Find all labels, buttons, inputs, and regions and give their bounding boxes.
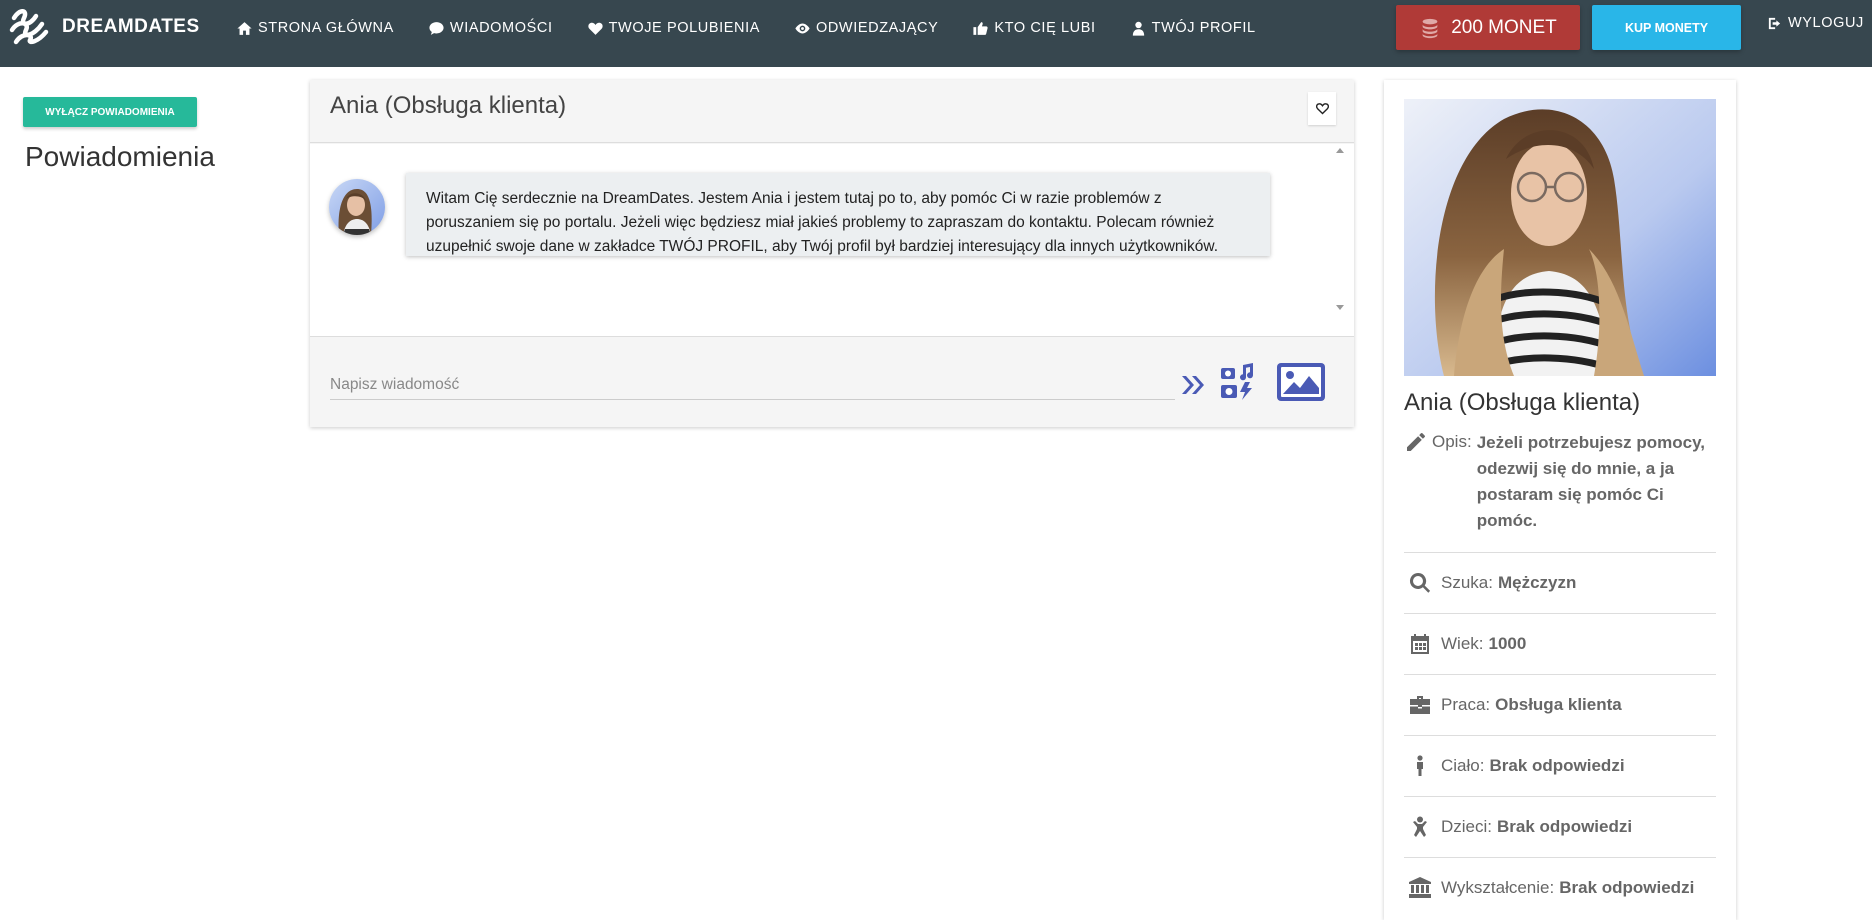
attribute-children: Dzieci: Brak odpowiedzi: [1404, 796, 1716, 857]
profile-photo-image: [1404, 99, 1716, 376]
sender-avatar: [329, 179, 385, 235]
nav-item-your-profile[interactable]: TWÓJ PROFIL: [1130, 20, 1256, 37]
top-navbar: DREAMDATES STRONA GŁÓWNA WIADOMOŚCI TWOJ…: [0, 0, 1872, 67]
attribute-age: Wiek: 1000: [1404, 613, 1716, 674]
nav-item-label: KTO CIĘ LUBI: [994, 20, 1096, 36]
send-icon[interactable]: [1179, 370, 1209, 400]
scroll-up-arrow-icon[interactable]: [1336, 148, 1344, 153]
attribute-value: Brak odpowiedzi: [1559, 878, 1695, 897]
university-icon: [1409, 877, 1431, 898]
attribute-value: Brak odpowiedzi: [1497, 817, 1633, 836]
child-icon: [1413, 816, 1427, 837]
nav-item-label: WIADOMOŚCI: [449, 20, 553, 36]
coins-balance-button[interactable]: 200 MONET: [1396, 5, 1580, 50]
profile-photo[interactable]: [1404, 99, 1716, 376]
nav-item-label: STRONA GŁÓWNA: [258, 20, 394, 36]
nav-item-messages[interactable]: WIADOMOŚCI: [428, 20, 553, 37]
chat-title: Ania (Obsługa klienta): [330, 92, 567, 119]
chat-panel: Ania (Obsługa klienta) Witam Cię serdecz…: [310, 80, 1354, 427]
attribute-label: Ciało:: [1441, 756, 1485, 775]
brand-name: DREAMDATES: [62, 16, 200, 37]
chat-scrollbar[interactable]: [1336, 144, 1354, 337]
calendar-icon: [1411, 634, 1429, 654]
attribute-label: Wiek:: [1441, 634, 1484, 653]
description-value: Jeżeli potrzebujesz pomocy, odezwij się …: [1476, 433, 1705, 530]
profile-description: Opis: Jeżeli potrzebujesz pomocy, odezwi…: [1404, 430, 1716, 534]
nav-item-label: ODWIEDZAJĄCY: [815, 20, 939, 36]
thumbs-up-icon: [973, 21, 989, 35]
attribute-label: Praca:: [1441, 695, 1491, 714]
nav-item-label: TWOJE POLUBIENIA: [608, 20, 760, 36]
photo-music-icon[interactable]: [1219, 363, 1257, 401]
coins-icon: [1422, 18, 1438, 38]
message-list[interactable]: Witam Cię serdecznie na DreamDates. Jest…: [310, 144, 1354, 337]
attribute-education: Wykształcenie: Brak odpowiedzi: [1404, 857, 1716, 918]
brand[interactable]: DREAMDATES: [6, 5, 200, 49]
description-label: Opis:: [1432, 432, 1472, 451]
logout-label: WYLOGUJ: [1788, 15, 1864, 31]
pencil-icon: [1407, 433, 1425, 451]
attribute-body: Ciało: Brak odpowiedzi: [1404, 735, 1716, 796]
eye-icon: [795, 23, 810, 33]
user-icon: [1132, 21, 1144, 36]
nav-item-who-likes-you[interactable]: KTO CIĘ LUBI: [972, 20, 1095, 37]
disable-notifications-button[interactable]: WYŁĄCZ POWIADOMIENIA: [23, 97, 197, 127]
message-bubble: Witam Cię serdecznie na DreamDates. Jest…: [406, 173, 1270, 256]
sign-out-icon: [1768, 17, 1781, 29]
favorite-button[interactable]: [1308, 92, 1336, 125]
home-icon: [237, 21, 252, 35]
attribute-value: Obsługa klienta: [1495, 695, 1622, 714]
nav-item-home[interactable]: STRONA GŁÓWNA: [236, 20, 394, 37]
profile-name: Ania (Obsługa klienta): [1404, 389, 1641, 416]
heart-outline-icon: [1315, 103, 1329, 115]
logout-link[interactable]: WYLOGUJ: [1767, 15, 1864, 31]
image-upload-icon[interactable]: [1276, 362, 1326, 402]
attribute-label: Szuka:: [1441, 573, 1493, 592]
briefcase-icon: [1410, 696, 1430, 714]
heart-icon: [587, 22, 603, 35]
chat-icon: [429, 21, 444, 35]
nav-item-label: TWÓJ PROFIL: [1151, 20, 1256, 36]
message-input[interactable]: [330, 370, 1175, 400]
chat-header: Ania (Obsługa klienta): [310, 80, 1354, 143]
person-icon: [1417, 755, 1423, 776]
attribute-seeking: Szuka: Mężczyzn: [1404, 552, 1716, 613]
attribute-value: 1000: [1488, 634, 1527, 653]
attribute-label: Dzieci:: [1441, 817, 1493, 836]
avatar-image: [329, 179, 385, 235]
attribute-job: Praca: Obsługa klienta: [1404, 674, 1716, 735]
profile-attributes: Szuka: Mężczyzn Wiek: 1000 Praca: Obsług…: [1404, 552, 1716, 918]
profile-card: Ania (Obsługa klienta) Opis: Jeżeli potr…: [1384, 80, 1736, 920]
notifications-heading: Powiadomienia: [25, 141, 215, 172]
nav-item-your-likes[interactable]: TWOJE POLUBIENIA: [587, 20, 760, 37]
attribute-value: Mężczyzn: [1497, 573, 1577, 592]
buy-coins-button[interactable]: KUP MONETY: [1592, 5, 1741, 50]
search-icon: [1409, 572, 1431, 593]
coins-label: 200 MONET: [1451, 16, 1557, 38]
nav-item-visitors[interactable]: ODWIEDZAJĄCY: [794, 20, 938, 37]
dreamdates-logo-icon: [9, 9, 49, 45]
attribute-value: Brak odpowiedzi: [1489, 756, 1625, 775]
scroll-down-arrow-icon[interactable]: [1336, 305, 1344, 310]
main-menu: STRONA GŁÓWNA WIADOMOŚCI TWOJE POLUBIENI…: [236, 0, 1290, 56]
attribute-label: Wykształcenie:: [1441, 878, 1555, 897]
